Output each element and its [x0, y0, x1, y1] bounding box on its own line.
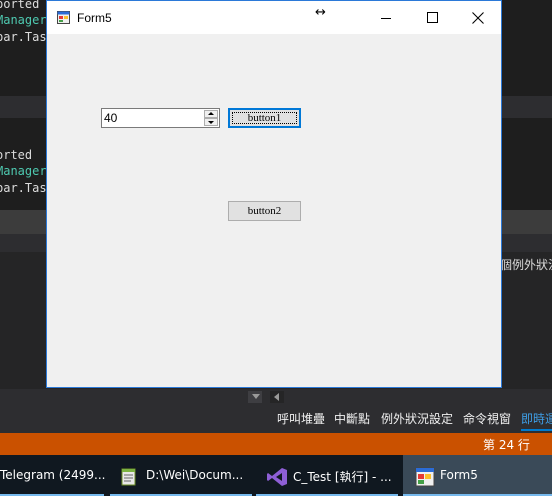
code-line: bar.Tas [0, 181, 47, 195]
visual-studio-icon [267, 468, 287, 486]
button2-label: button2 [247, 205, 282, 217]
taskbar-item-form5[interactable]: Form5 [403, 455, 552, 496]
exception-column-text: 個例外狀況 [500, 258, 552, 272]
title-bar[interactable]: Form5 ↔ [47, 1, 501, 34]
taskbar-item-label: D:\Wei\Docum... [146, 468, 244, 482]
form-client-area: 40 button1 button2 [47, 34, 501, 387]
tab-command-window[interactable]: 命令視窗 [463, 409, 511, 429]
spin-down-button[interactable] [204, 118, 218, 126]
form5-window: Form5 ↔ 40 button1 button2 [46, 0, 502, 388]
taskbar-item-label: C_Test [執行] - ... [293, 470, 392, 484]
maximize-button[interactable] [409, 1, 455, 34]
focus-rectangle [232, 112, 297, 124]
numeric-updown[interactable]: 40 [101, 108, 220, 128]
close-icon [472, 12, 484, 24]
code-line: orted [0, 148, 33, 162]
taskbar-item-visual-studio[interactable]: C_Test [執行] - ... [256, 455, 398, 496]
status-line-number: 第 24 行 [483, 438, 530, 452]
close-button[interactable] [455, 1, 501, 34]
notepad-icon [121, 468, 136, 486]
taskbar: Telegram (2499... D:\Wei\Docum... C_Test… [0, 455, 552, 496]
tab-exception-settings[interactable]: 例外狀況設定 [381, 409, 453, 429]
scroll-left-arrow-icon[interactable] [270, 391, 284, 403]
code-line: Manager [0, 164, 47, 178]
spin-up-button[interactable] [204, 110, 218, 118]
code-line: Manager [0, 13, 47, 27]
taskbar-item-label: Form5 [440, 468, 478, 482]
taskbar-item-telegram[interactable]: Telegram (2499... [0, 455, 106, 496]
form-app-icon [415, 467, 435, 487]
scroll-down-arrow-icon[interactable] [248, 391, 262, 403]
taskbar-item-notepad[interactable]: D:\Wei\Docum... [110, 455, 252, 496]
tab-immediate-window[interactable]: 即時運 [521, 409, 552, 431]
numeric-value[interactable]: 40 [104, 111, 117, 125]
tab-breakpoints[interactable]: 中斷點 [334, 409, 370, 429]
code-line: ported [0, 0, 40, 11]
code-line: bar.Tas [0, 30, 47, 44]
button1[interactable]: button1 [228, 108, 301, 128]
status-bar: 第 24 行 [0, 433, 552, 455]
horizontal-scrollbar[interactable] [0, 389, 552, 405]
taskbar-item-label: Telegram (2499... [0, 468, 106, 482]
minimize-button[interactable] [363, 1, 409, 34]
resize-cursor-icon: ↔ [315, 5, 326, 20]
form-app-icon [57, 11, 70, 24]
tool-window-tabs: 呼叫堆疊 中斷點 例外狀況設定 命令視窗 即時運 [0, 405, 552, 433]
window-title: Form5 [77, 11, 112, 25]
tab-call-stack[interactable]: 呼叫堆疊 [277, 409, 325, 429]
button2[interactable]: button2 [228, 201, 301, 221]
